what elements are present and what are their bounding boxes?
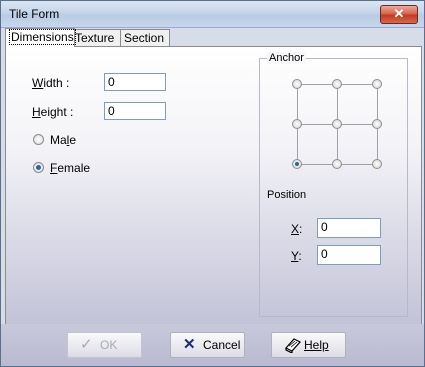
height-label: Height : <box>32 105 74 119</box>
tab-dimensions-label: Dimensions <box>9 29 76 45</box>
tab-texture-label: Texture <box>75 31 115 45</box>
x-icon: ✕ <box>183 336 196 353</box>
tile-form-window: Tile Form ✕ Dimensions Texture Section W… <box>0 0 425 367</box>
male-label[interactable]: Male <box>50 133 76 147</box>
help-button[interactable]: Help <box>271 332 346 358</box>
tab-texture[interactable]: Texture <box>71 29 123 46</box>
checkmark-icon: ✓ <box>80 336 93 353</box>
window-title: Tile Form <box>9 7 60 21</box>
anchor-bottom-right[interactable] <box>372 159 382 169</box>
y-input[interactable]: 0 <box>317 245 381 265</box>
female-label[interactable]: Female <box>50 161 90 175</box>
anchor-top-left[interactable] <box>292 79 302 89</box>
dimensions-panel: Width : 0 Height : 0 Male Female Anchor … <box>5 46 422 325</box>
anchor-bottom-left[interactable] <box>292 159 302 169</box>
width-label: Width : <box>32 76 70 90</box>
ok-label: OK <box>100 338 118 352</box>
anchor-middle-right[interactable] <box>372 119 382 129</box>
x-input[interactable]: 0 <box>317 218 381 238</box>
anchor-center[interactable] <box>332 119 342 129</box>
anchor-group: Anchor Position X: 0 Y: 0 <box>259 52 408 317</box>
tab-section[interactable]: Section <box>120 29 170 46</box>
width-input[interactable]: 0 <box>104 73 166 91</box>
cancel-button[interactable]: ✕ Cancel <box>170 332 245 358</box>
help-book-icon <box>284 337 302 356</box>
anchor-title: Anchor <box>267 52 306 64</box>
button-bar: ✓ OK ✕ Cancel Help <box>1 324 424 366</box>
female-radio[interactable] <box>33 162 44 173</box>
ok-button[interactable]: ✓ OK <box>67 332 142 358</box>
height-input[interactable]: 0 <box>104 102 166 120</box>
close-button[interactable]: ✕ <box>380 5 418 24</box>
anchor-top-center[interactable] <box>332 79 342 89</box>
y-label: Y: <box>291 249 302 263</box>
cancel-label: Cancel <box>203 338 241 352</box>
x-label: X: <box>291 222 303 236</box>
title-bar[interactable]: Tile Form ✕ <box>1 1 424 28</box>
tab-dimensions[interactable]: Dimensions <box>5 28 76 47</box>
close-icon: ✕ <box>393 6 405 21</box>
help-label: Help <box>304 338 329 352</box>
tab-section-label: Section <box>124 31 165 45</box>
anchor-bottom-center[interactable] <box>332 159 342 169</box>
anchor-top-right[interactable] <box>372 79 382 89</box>
male-radio[interactable] <box>33 134 44 145</box>
position-title: Position <box>267 189 307 201</box>
anchor-middle-left[interactable] <box>292 119 302 129</box>
